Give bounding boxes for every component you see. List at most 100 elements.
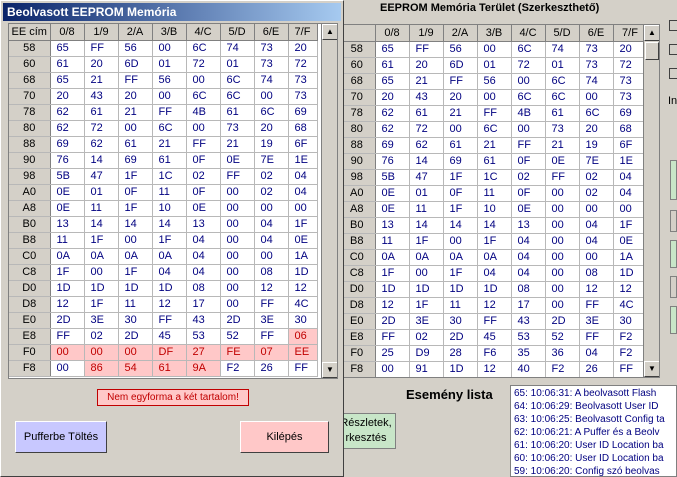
byte-cell[interactable]: 1F — [118, 264, 153, 281]
byte-cell[interactable]: 73 — [545, 121, 580, 138]
byte-cell[interactable]: D9 — [409, 345, 444, 362]
event-item[interactable]: 59: 10:06:20: Config szó beolvas — [514, 466, 673, 476]
byte-cell[interactable]: 02 — [511, 169, 546, 186]
byte-cell[interactable]: 20 — [409, 57, 444, 74]
byte-cell[interactable]: 02 — [84, 328, 119, 345]
byte-cell[interactable]: 0A — [118, 248, 153, 265]
byte-cell[interactable]: 00 — [220, 216, 255, 233]
byte-cell[interactable]: 00 — [186, 120, 221, 137]
byte-cell[interactable]: 74 — [579, 73, 614, 90]
byte-cell[interactable]: 21 — [118, 104, 153, 121]
byte-cell[interactable]: 00 — [220, 184, 255, 201]
byte-cell[interactable]: 3E — [84, 312, 119, 329]
byte-cell[interactable]: F2 — [220, 360, 255, 377]
option-checkbox-1[interactable] — [669, 20, 677, 31]
byte-cell[interactable]: 00 — [579, 249, 614, 266]
byte-cell[interactable]: 0A — [152, 248, 187, 265]
byte-cell[interactable]: 04 — [579, 345, 614, 362]
byte-cell[interactable]: 68 — [288, 120, 318, 137]
byte-cell[interactable]: 0E — [186, 200, 221, 217]
byte-cell[interactable]: 1D — [375, 281, 410, 298]
byte-cell[interactable]: 6C — [511, 89, 546, 106]
byte-cell[interactable]: 00 — [118, 344, 153, 361]
byte-cell[interactable]: 1E — [288, 152, 318, 169]
byte-cell[interactable]: 07 — [254, 344, 289, 361]
byte-cell[interactable]: 45 — [477, 329, 512, 346]
byte-cell[interactable]: 00 — [613, 201, 648, 218]
byte-cell[interactable]: 27 — [186, 344, 221, 361]
byte-cell[interactable]: 69 — [288, 104, 318, 121]
byte-cell[interactable]: 61 — [118, 136, 153, 153]
byte-cell[interactable]: 62 — [375, 105, 410, 122]
byte-cell[interactable]: 1D — [409, 281, 444, 298]
byte-cell[interactable]: 36 — [545, 345, 580, 362]
byte-cell[interactable]: 74 — [220, 40, 255, 57]
byte-cell[interactable]: 00 — [118, 120, 153, 137]
byte-cell[interactable]: 0E — [220, 152, 255, 169]
byte-cell[interactable]: 02 — [254, 168, 289, 185]
byte-cell[interactable]: 00 — [152, 40, 187, 57]
byte-cell[interactable]: 00 — [50, 360, 85, 377]
option-checkbox-3[interactable] — [669, 68, 677, 79]
byte-cell[interactable]: 14 — [84, 216, 119, 233]
byte-cell[interactable]: 04 — [511, 249, 546, 266]
byte-cell[interactable]: 01 — [545, 57, 580, 74]
byte-cell[interactable]: 40 — [511, 361, 546, 377]
byte-cell[interactable]: 1D — [288, 264, 318, 281]
byte-cell[interactable]: 14 — [409, 217, 444, 234]
byte-cell[interactable]: 1F — [288, 216, 318, 233]
byte-cell[interactable]: 9A — [186, 360, 221, 377]
byte-cell[interactable]: 1F — [443, 169, 478, 186]
byte-cell[interactable]: 17 — [511, 297, 546, 314]
byte-cell[interactable]: 04 — [579, 217, 614, 234]
byte-cell[interactable]: FF — [375, 329, 410, 346]
byte-cell[interactable]: 6F — [613, 137, 648, 154]
byte-cell[interactable]: 02 — [254, 184, 289, 201]
byte-cell[interactable]: FF — [50, 328, 85, 345]
side-button-4[interactable] — [670, 276, 677, 298]
byte-cell[interactable]: FF — [477, 105, 512, 122]
byte-cell[interactable]: 12 — [613, 281, 648, 298]
byte-cell[interactable]: 43 — [409, 89, 444, 106]
byte-cell[interactable]: 00 — [545, 185, 580, 202]
scroll-up-arrow-icon[interactable]: ▲ — [322, 24, 337, 40]
byte-cell[interactable]: 00 — [511, 121, 546, 138]
byte-cell[interactable]: FF — [84, 40, 119, 57]
byte-cell[interactable]: FF — [409, 41, 444, 58]
details-button[interactable]: Részletek, rkesztés — [336, 413, 396, 449]
byte-cell[interactable]: 08 — [186, 280, 221, 297]
byte-cell[interactable]: F6 — [477, 345, 512, 362]
byte-cell[interactable]: 21 — [477, 137, 512, 154]
byte-cell[interactable]: 72 — [409, 121, 444, 138]
byte-cell[interactable]: 13 — [511, 217, 546, 234]
byte-cell[interactable]: 1D — [477, 281, 512, 298]
byte-cell[interactable]: 54 — [118, 360, 153, 377]
event-item[interactable]: 65: 10:06:31: A beolvasott Flash — [514, 388, 673, 401]
byte-cell[interactable]: 30 — [118, 312, 153, 329]
byte-cell[interactable]: 13 — [375, 217, 410, 234]
byte-cell[interactable]: 00 — [545, 201, 580, 218]
byte-cell[interactable]: F2 — [613, 329, 648, 346]
event-item[interactable]: 64: 10:06:29: Beolvasott User ID — [514, 401, 673, 414]
byte-cell[interactable]: 02 — [579, 169, 614, 186]
byte-cell[interactable]: 1F — [477, 233, 512, 250]
side-button-3[interactable] — [670, 240, 677, 268]
byte-cell[interactable]: 65 — [375, 41, 410, 58]
byte-cell[interactable]: 0A — [409, 249, 444, 266]
byte-cell[interactable]: 56 — [118, 40, 153, 57]
byte-cell[interactable]: 04 — [254, 232, 289, 249]
byte-cell[interactable]: FF — [443, 73, 478, 90]
byte-cell[interactable]: 1F — [118, 200, 153, 217]
byte-cell[interactable]: 1F — [409, 297, 444, 314]
byte-cell[interactable]: 01 — [477, 57, 512, 74]
byte-cell[interactable]: FF — [288, 360, 318, 377]
byte-cell[interactable]: 4C — [613, 297, 648, 314]
byte-cell[interactable]: 1F — [152, 232, 187, 249]
byte-cell[interactable]: 91 — [409, 361, 444, 377]
byte-cell[interactable]: 04 — [254, 216, 289, 233]
byte-cell[interactable]: 00 — [220, 296, 255, 313]
byte-cell[interactable]: 61 — [443, 137, 478, 154]
byte-cell[interactable]: 21 — [545, 137, 580, 154]
byte-cell[interactable]: 12 — [477, 361, 512, 377]
byte-cell[interactable]: 61 — [50, 56, 85, 73]
